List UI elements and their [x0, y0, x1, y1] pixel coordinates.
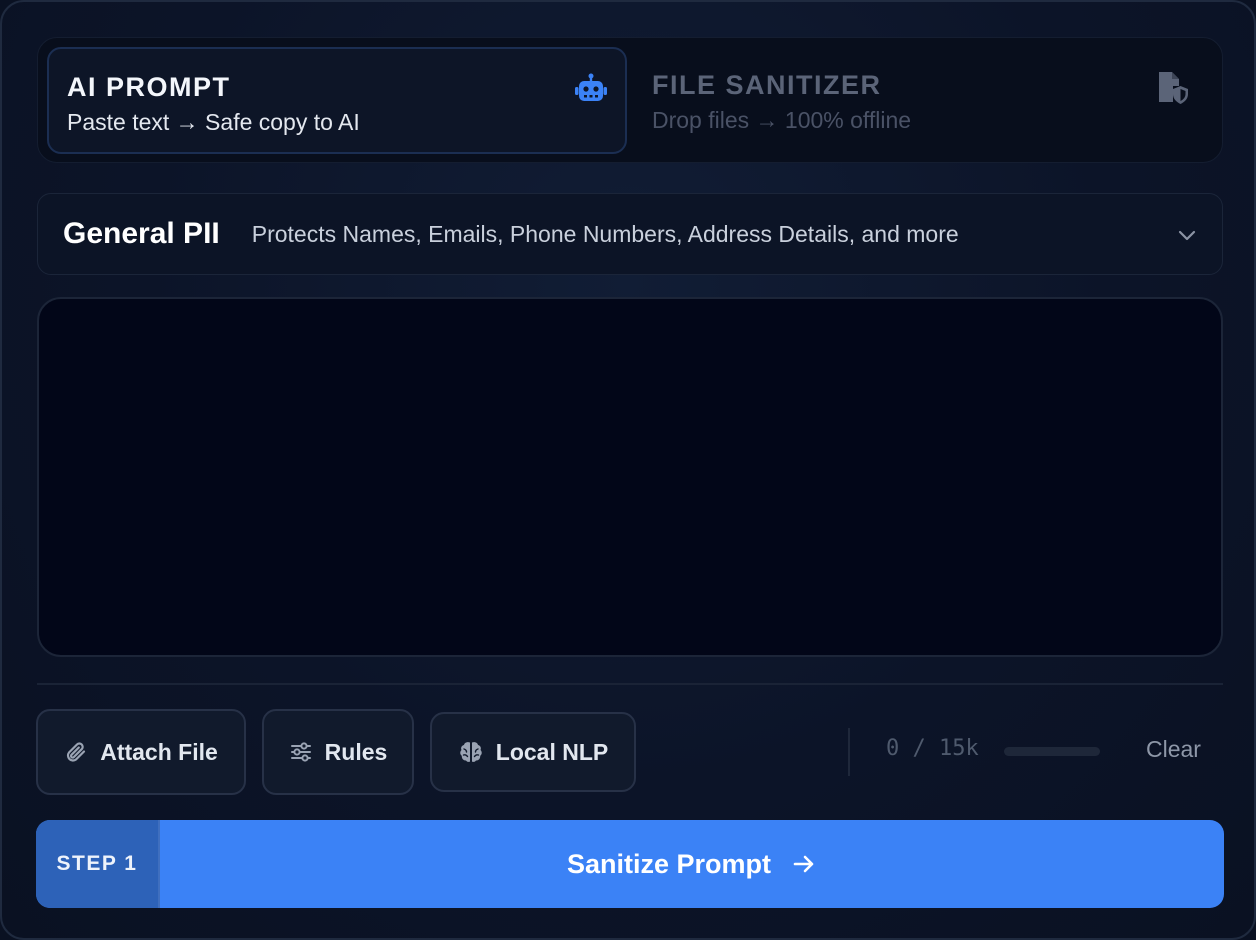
- tab-title: FILE SANITIZER: [652, 70, 882, 100]
- tab-title: AI PROMPT: [67, 72, 231, 102]
- tab-subtitle: Drop files → 100% offline: [652, 107, 912, 133]
- brain-icon: [460, 742, 482, 762]
- preset-selector[interactable]: General PII Protects Names, Emails, Phon…: [37, 193, 1223, 275]
- tab-ai-prompt[interactable]: AI PROMPT Paste text → Safe copy to AI: [47, 47, 627, 154]
- local-nlp-label: Local NLP: [495, 738, 609, 765]
- rules-label: Rules: [324, 738, 388, 765]
- attach-file-label: Attach File: [100, 738, 218, 765]
- tab-subtitle: Paste text → Safe copy to AI: [67, 109, 360, 135]
- preset-description: Protects Names, Emails, Phone Numbers, A…: [251, 220, 959, 247]
- sliders-icon: [290, 742, 311, 762]
- sanitizer-panel: AI PROMPT Paste text → Safe copy to AI F…: [0, 0, 1256, 940]
- prompt-editor: [37, 297, 1223, 657]
- sanitize-prompt-button[interactable]: STEP 1 Sanitize Prompt: [36, 820, 1224, 908]
- prompt-input[interactable]: [39, 299, 1221, 655]
- attach-file-button[interactable]: Attach File: [36, 709, 246, 795]
- divider: [37, 683, 1223, 685]
- arrow-right-icon: [793, 855, 814, 873]
- character-counter: 0 / 15k: [886, 736, 979, 761]
- sanitize-prompt-main: Sanitize Prompt: [160, 820, 1224, 908]
- step-badge: STEP 1: [36, 820, 160, 908]
- rules-button[interactable]: Rules: [262, 709, 414, 795]
- preset-name: General PII: [63, 217, 220, 250]
- sanitize-prompt-label: Sanitize Prompt: [566, 848, 772, 879]
- clear-button[interactable]: Clear: [1146, 736, 1201, 763]
- usage-meter: [1004, 747, 1100, 756]
- chevron-down-icon: [1178, 230, 1196, 241]
- paperclip-icon: [67, 742, 86, 762]
- file-shield-icon: [1159, 72, 1188, 104]
- mode-tabs: AI PROMPT Paste text → Safe copy to AI F…: [37, 37, 1223, 163]
- tab-file-sanitizer[interactable]: FILE SANITIZER Drop files → 100% offline: [635, 47, 1215, 154]
- toolbar-separator: [848, 728, 850, 776]
- local-nlp-toggle[interactable]: Local NLP: [430, 712, 636, 792]
- robot-icon: [575, 73, 607, 101]
